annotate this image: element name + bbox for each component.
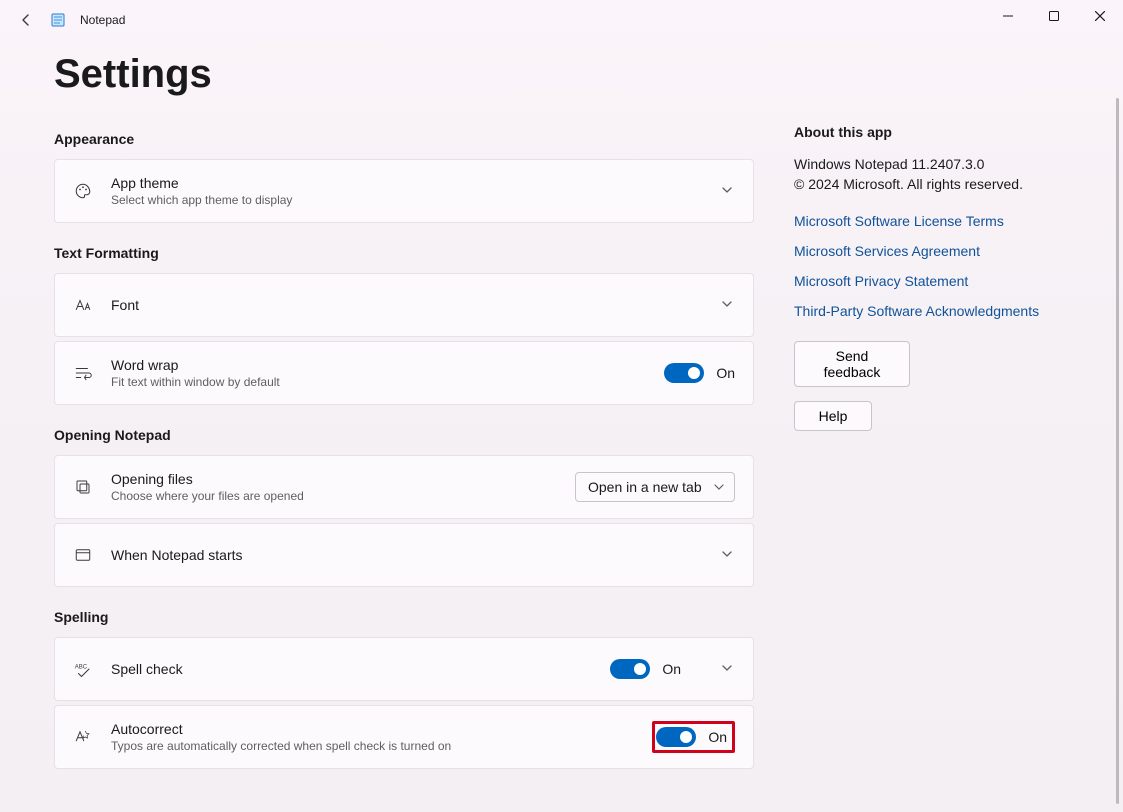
- autocorrect-icon: [73, 727, 93, 747]
- spell-check-toggle[interactable]: [610, 659, 650, 679]
- opening-files-selected: Open in a new tab: [588, 479, 702, 495]
- link-thirdparty[interactable]: Third-Party Software Acknowledgments: [794, 303, 1073, 319]
- close-button[interactable]: [1077, 0, 1123, 32]
- chevron-down-icon: [721, 662, 735, 676]
- spell-check-row[interactable]: ABC Spell check On: [54, 637, 754, 701]
- notepad-app-icon: [50, 12, 66, 28]
- help-button[interactable]: Help: [794, 401, 872, 431]
- autocorrect-state: On: [708, 729, 727, 745]
- opening-files-row: Opening files Choose where your files ar…: [54, 455, 754, 519]
- window-title: Notepad: [80, 13, 125, 27]
- minimize-button[interactable]: [985, 0, 1031, 32]
- font-icon: [73, 295, 93, 315]
- app-theme-row[interactable]: App theme Select which app theme to disp…: [54, 159, 754, 223]
- chevron-down-icon: [714, 482, 724, 492]
- section-label-opening: Opening Notepad: [54, 427, 754, 443]
- send-feedback-button[interactable]: Send feedback: [794, 341, 910, 387]
- minimize-icon: [1003, 11, 1013, 21]
- section-label-appearance: Appearance: [54, 131, 754, 147]
- autocorrect-highlight: On: [652, 721, 735, 753]
- chevron-down-icon: [721, 298, 735, 312]
- link-license[interactable]: Microsoft Software License Terms: [794, 213, 1073, 229]
- word-wrap-state: On: [716, 365, 735, 381]
- font-row[interactable]: Font: [54, 273, 754, 337]
- link-services[interactable]: Microsoft Services Agreement: [794, 243, 1073, 259]
- word-wrap-title: Word wrap: [111, 357, 664, 373]
- word-wrap-toggle[interactable]: [664, 363, 704, 383]
- word-wrap-row: Word wrap Fit text within window by defa…: [54, 341, 754, 405]
- link-privacy[interactable]: Microsoft Privacy Statement: [794, 273, 1073, 289]
- font-title: Font: [111, 297, 709, 313]
- palette-icon: [73, 181, 93, 201]
- when-starts-row[interactable]: When Notepad starts: [54, 523, 754, 587]
- about-side-column: About this app Windows Notepad 11.2407.3…: [794, 52, 1073, 812]
- spell-check-title: Spell check: [111, 661, 610, 677]
- about-copyright: © 2024 Microsoft. All rights reserved.: [794, 174, 1073, 194]
- app-theme-desc: Select which app theme to display: [111, 193, 709, 207]
- autocorrect-row: Autocorrect Typos are automatically corr…: [54, 705, 754, 769]
- autocorrect-desc: Typos are automatically corrected when s…: [111, 739, 652, 753]
- window-icon: [73, 545, 93, 565]
- back-arrow-icon: [19, 13, 33, 27]
- about-heading: About this app: [794, 124, 1073, 140]
- svg-text:ABC: ABC: [75, 664, 88, 670]
- autocorrect-title: Autocorrect: [111, 721, 652, 737]
- vertical-scrollbar[interactable]: [1116, 98, 1119, 804]
- spell-check-icon: ABC: [73, 659, 93, 679]
- opening-files-desc: Choose where your files are opened: [111, 489, 575, 503]
- spell-check-state: On: [662, 661, 681, 677]
- section-label-text: Text Formatting: [54, 245, 754, 261]
- word-wrap-desc: Fit text within window by default: [111, 375, 664, 389]
- section-label-spelling: Spelling: [54, 609, 754, 625]
- when-starts-title: When Notepad starts: [111, 547, 709, 563]
- title-bar: Notepad: [0, 0, 1123, 40]
- chevron-down-icon: [721, 548, 735, 562]
- opening-files-dropdown[interactable]: Open in a new tab: [575, 472, 735, 502]
- maximize-icon: [1049, 11, 1059, 21]
- maximize-button[interactable]: [1031, 0, 1077, 32]
- back-button[interactable]: [12, 6, 40, 34]
- opening-files-title: Opening files: [111, 471, 575, 487]
- about-version: Windows Notepad 11.2407.3.0: [794, 154, 1073, 174]
- autocorrect-toggle[interactable]: [656, 727, 696, 747]
- app-theme-title: App theme: [111, 175, 709, 191]
- chevron-down-icon: [721, 184, 735, 198]
- close-icon: [1095, 11, 1105, 21]
- about-meta: Windows Notepad 11.2407.3.0 © 2024 Micro…: [794, 154, 1073, 195]
- word-wrap-icon: [73, 363, 93, 383]
- settings-main-column: Settings Appearance App theme Select whi…: [54, 52, 794, 812]
- window-controls: [985, 0, 1123, 32]
- open-files-icon: [73, 477, 93, 497]
- page-title: Settings: [54, 52, 754, 97]
